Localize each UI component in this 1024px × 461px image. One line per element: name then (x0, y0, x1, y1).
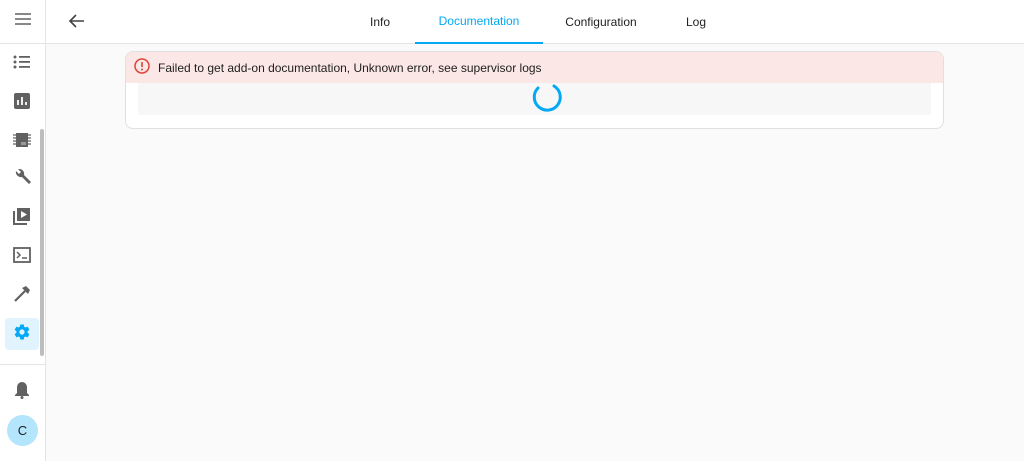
documentation-card: Failed to get add-on documentation, Unkn… (125, 51, 944, 129)
documentation-content (138, 83, 931, 115)
tab-log[interactable]: Log (676, 0, 716, 44)
terminal-icon (13, 246, 31, 268)
chip-icon (13, 132, 31, 153)
sidebar: C (0, 0, 46, 461)
sidebar-item-media[interactable] (5, 202, 39, 234)
back-arrow-icon[interactable] (68, 12, 86, 35)
error-icon (134, 58, 158, 77)
tab-info[interactable]: Info (356, 0, 404, 44)
wrench-icon (13, 168, 31, 192)
list-icon (13, 54, 31, 75)
hammer-icon (13, 284, 31, 307)
chart-icon (14, 92, 30, 114)
media-icon (13, 207, 31, 230)
sidebar-divider (0, 364, 45, 365)
sidebar-item-energy[interactable] (5, 87, 39, 119)
sidebar-item-overview[interactable] (5, 48, 39, 80)
loading-spinner-icon (530, 83, 564, 118)
bell-icon (14, 381, 30, 404)
notifications-button[interactable] (5, 376, 39, 408)
sidebar-item-tools[interactable] (5, 164, 39, 196)
error-message: Failed to get add-on documentation, Unkn… (158, 60, 542, 75)
tab-documentation[interactable]: Documentation (415, 0, 543, 44)
gear-icon (13, 323, 31, 346)
sidebar-scrollbar[interactable] (40, 129, 44, 356)
menu-icon[interactable] (14, 12, 32, 31)
header: Info Documentation Configuration Log (46, 0, 1024, 44)
avatar[interactable]: C (7, 415, 38, 446)
sidebar-item-hardware[interactable] (5, 126, 39, 158)
tab-configuration[interactable]: Configuration (551, 0, 651, 44)
sidebar-item-terminal[interactable] (5, 241, 39, 273)
error-alert: Failed to get add-on documentation, Unkn… (126, 52, 943, 83)
sidebar-item-developer-tools[interactable] (5, 279, 39, 311)
sidebar-item-settings[interactable] (5, 318, 39, 350)
